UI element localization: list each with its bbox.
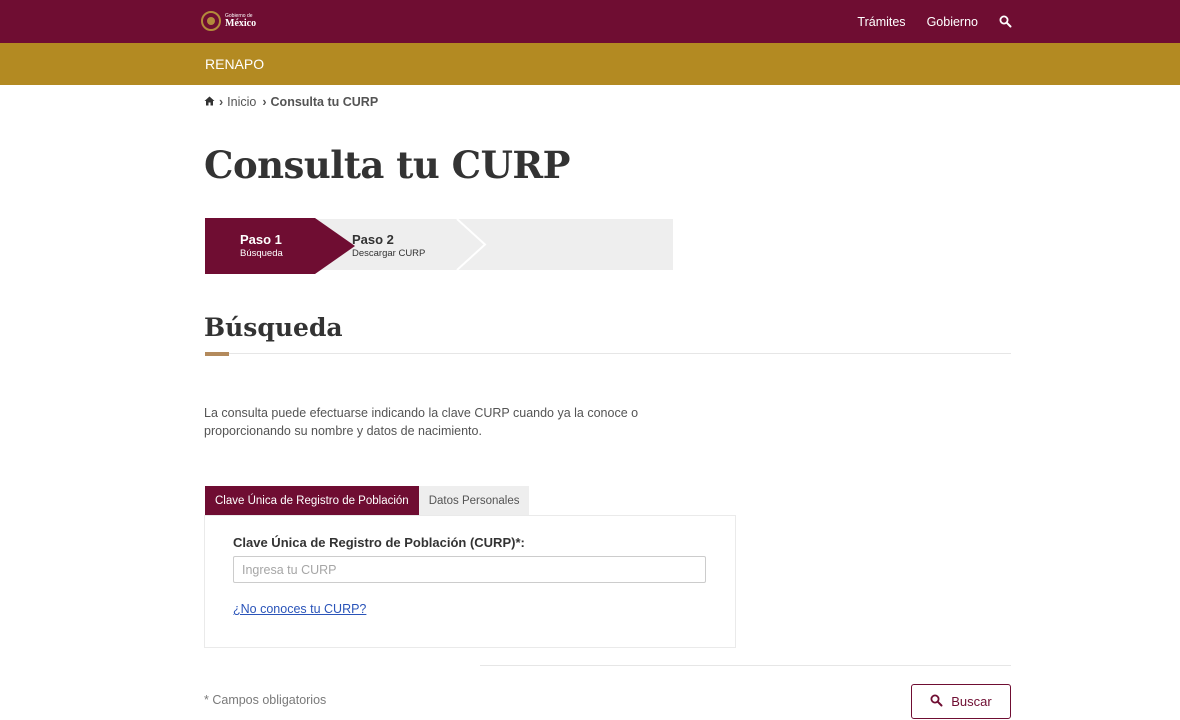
- government-logo[interactable]: Gobierno de México: [201, 11, 256, 31]
- breadcrumb-current: Consulta tu CURP: [270, 95, 379, 109]
- search-button[interactable]: Buscar: [911, 684, 1011, 719]
- agency-link[interactable]: RENAPO: [205, 56, 264, 72]
- section-title: Búsqueda: [204, 313, 343, 342]
- section-divider: [205, 353, 1011, 354]
- sub-header-bar: RENAPO: [0, 43, 1180, 85]
- nav-link-gobierno[interactable]: Gobierno: [927, 15, 978, 29]
- bottom-divider: [480, 665, 1011, 666]
- search-icon: [930, 694, 943, 710]
- intro-text: La consulta puede efectuarse indicando l…: [204, 406, 639, 438]
- breadcrumb-separator: ›: [219, 95, 224, 109]
- logo-big-text: México: [225, 17, 257, 29]
- step-2-number: Paso 2: [352, 232, 394, 247]
- national-seal-icon: [201, 11, 221, 31]
- curp-field-label: Clave Única de Registro de Población (CU…: [233, 535, 525, 550]
- search-tabs: Clave Única de Registro de Población Dat…: [205, 486, 530, 516]
- step-1-label: Búsqueda: [240, 248, 283, 259]
- breadcrumb-inicio[interactable]: Inicio: [227, 95, 256, 109]
- unknown-curp-link[interactable]: ¿No conoces tu CURP?: [233, 602, 366, 616]
- search-button-label: Buscar: [951, 694, 992, 709]
- step-2: Paso 2 Descargar CURP: [352, 232, 425, 259]
- breadcrumb: › Inicio › Consulta tu CURP: [204, 95, 378, 109]
- curp-input[interactable]: [233, 556, 706, 583]
- step-2-label: Descargar CURP: [352, 248, 426, 259]
- tab-panel-curp: Clave Única de Registro de Población (CU…: [204, 515, 736, 648]
- step-1: Paso 1 Búsqueda: [240, 232, 283, 259]
- top-nav: Trámites Gobierno: [857, 0, 1012, 43]
- page-title: Consulta tu CURP: [204, 143, 570, 187]
- step-progress: Paso 1 Búsqueda Paso 2 Descargar CURP: [205, 218, 673, 274]
- section-accent-line: [205, 352, 229, 356]
- home-icon[interactable]: [204, 95, 215, 109]
- search-icon[interactable]: [999, 15, 1012, 28]
- tab-datos-personales[interactable]: Datos Personales: [418, 486, 530, 516]
- step-1-number: Paso 1: [240, 232, 282, 247]
- nav-link-tramites[interactable]: Trámites: [857, 15, 905, 29]
- top-bar: Gobierno de México Trámites Gobierno: [0, 0, 1180, 43]
- tab-curp[interactable]: Clave Única de Registro de Población: [205, 486, 419, 516]
- required-fields-note: * Campos obligatorios: [204, 693, 327, 707]
- breadcrumb-separator: ›: [262, 95, 267, 109]
